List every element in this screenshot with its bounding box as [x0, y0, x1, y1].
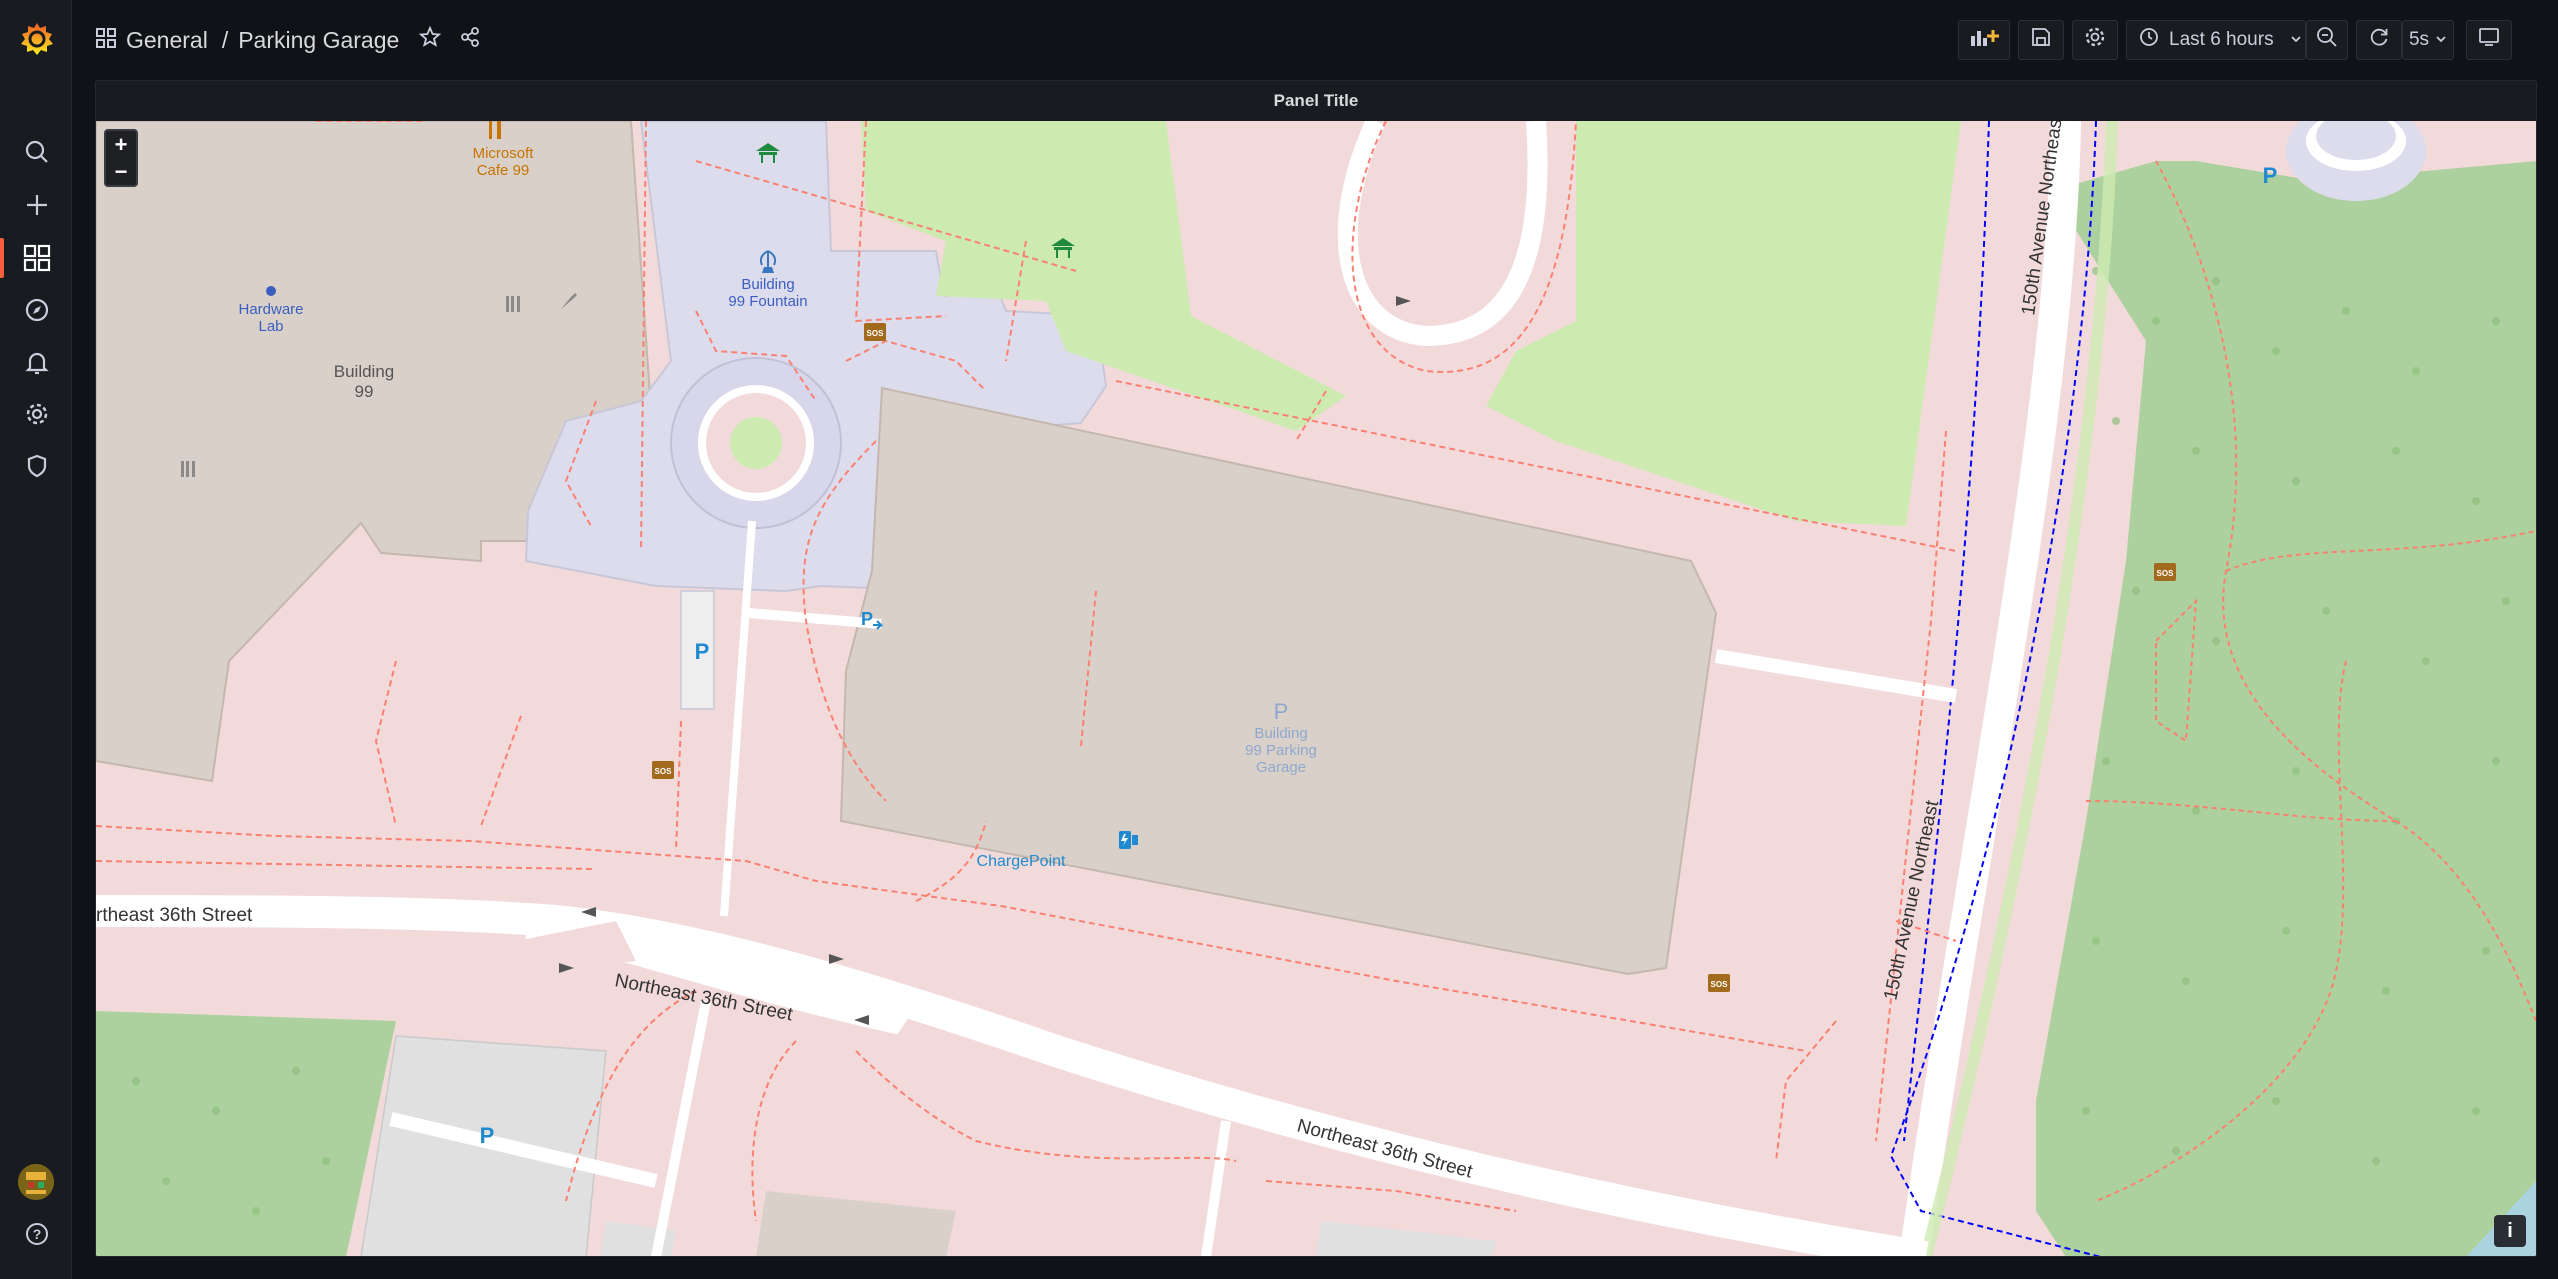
emergency-phone-icon: SOS — [2154, 563, 2176, 581]
time-range-label: Last 6 hours — [2169, 29, 2274, 50]
restaurant-icon — [506, 296, 520, 312]
label-parking-sw: P — [480, 1123, 495, 1148]
sidebar: ? — [0, 0, 72, 1279]
label-parking: P — [695, 639, 710, 664]
plus-icon[interactable] — [22, 190, 52, 220]
grafana-logo[interactable] — [18, 20, 56, 58]
label-hardware-lab: Lab — [258, 318, 283, 335]
svg-text:SOS: SOS — [867, 329, 885, 338]
label-street-ne36-west: rtheast 36th Street — [96, 905, 253, 926]
label-fountain: Building — [741, 276, 794, 293]
geomap[interactable]: SOS SOS SOS SOS P Microsoft Cafe 99 Hard… — [96, 121, 2536, 1257]
emergency-phone-icon: SOS — [652, 761, 674, 779]
dashboard-settings-button[interactable] — [2072, 20, 2118, 60]
emergency-phone-icon: SOS — [864, 323, 886, 341]
label-chargepoint: ChargePoint — [977, 853, 1067, 870]
hardware-lab-dot — [266, 286, 276, 296]
label-garage: Garage — [1256, 759, 1306, 776]
breadcrumb-folder[interactable]: General — [126, 27, 208, 54]
add-panel-icon — [1969, 26, 1999, 54]
add-panel-button[interactable] — [1958, 20, 2010, 60]
refresh-icon — [2368, 26, 2390, 54]
svg-text:P: P — [861, 609, 873, 629]
tv-mode-button[interactable] — [2466, 20, 2512, 60]
panel-title[interactable]: Panel Title — [96, 81, 2536, 121]
label-building-99: 99 — [355, 382, 374, 401]
svg-text:SOS: SOS — [655, 767, 673, 776]
refresh-interval-label: 5s — [2408, 29, 2430, 50]
emergency-phone-icon: SOS — [1708, 974, 1730, 992]
chevron-down-icon — [2435, 29, 2447, 51]
tv-icon — [2478, 27, 2500, 53]
save-icon — [2031, 27, 2051, 53]
label-microsoft-cafe: Microsoft — [473, 145, 535, 162]
save-button[interactable] — [2018, 20, 2064, 60]
label-building-99: Building — [334, 362, 395, 381]
bell-icon[interactable] — [22, 347, 52, 377]
label-microsoft-cafe: Cafe 99 — [477, 162, 530, 179]
time-range-picker[interactable]: Last 6 hours — [2126, 20, 2306, 60]
top-bar: General / Parking Garage Last 6 hours 5s — [72, 0, 2558, 80]
zoom-out-button[interactable]: − — [106, 158, 136, 185]
settings-icon — [2084, 26, 2106, 54]
breadcrumb-separator: / — [221, 26, 229, 53]
map-panel: Panel Title SOS SOS SOS SOS P Microsoft … — [95, 80, 2537, 1257]
avatar[interactable] — [18, 1164, 54, 1200]
breadcrumb-dashboard-title[interactable]: Parking Garage — [238, 27, 399, 54]
map-zoom-control: + − — [104, 129, 138, 187]
restaurant-icon — [181, 461, 195, 477]
label-garage: 99 Parking — [1245, 742, 1317, 759]
svg-text:SOS: SOS — [2157, 569, 2175, 578]
active-indicator — [0, 238, 4, 278]
label-garage-p: P — [1274, 699, 1289, 724]
svg-text:?: ? — [33, 1226, 42, 1242]
star-icon[interactable] — [419, 25, 442, 54]
help-icon[interactable]: ? — [22, 1219, 52, 1249]
shield-icon[interactable] — [22, 451, 52, 481]
label-parking-ne: P — [2263, 163, 2278, 188]
svg-text:SOS: SOS — [1711, 980, 1729, 989]
map-attribution-button[interactable]: i — [2494, 1215, 2526, 1247]
clock-icon — [2139, 27, 2159, 53]
gear-icon[interactable] — [22, 399, 52, 429]
compass-icon[interactable] — [22, 295, 52, 325]
dashboard-grid-icon — [96, 27, 116, 54]
dashboards-icon[interactable] — [22, 243, 52, 273]
map-canvas[interactable]: SOS SOS SOS SOS P Microsoft Cafe 99 Hard… — [96, 121, 2536, 1257]
zoom-in-button[interactable]: + — [106, 131, 136, 158]
label-garage: Building — [1254, 725, 1307, 742]
search-icon[interactable] — [22, 137, 52, 167]
refresh-interval-picker[interactable]: 5s — [2402, 20, 2454, 60]
share-icon[interactable] — [459, 26, 481, 54]
breadcrumb: General / Parking Garage — [96, 24, 481, 56]
refresh-button[interactable] — [2356, 20, 2402, 60]
zoom-out-time-button[interactable] — [2306, 20, 2348, 60]
chevron-down-icon — [2290, 29, 2302, 51]
label-fountain: 99 Fountain — [728, 293, 807, 310]
zoom-out-icon — [2316, 26, 2338, 54]
label-hardware-lab: Hardware — [238, 301, 303, 318]
